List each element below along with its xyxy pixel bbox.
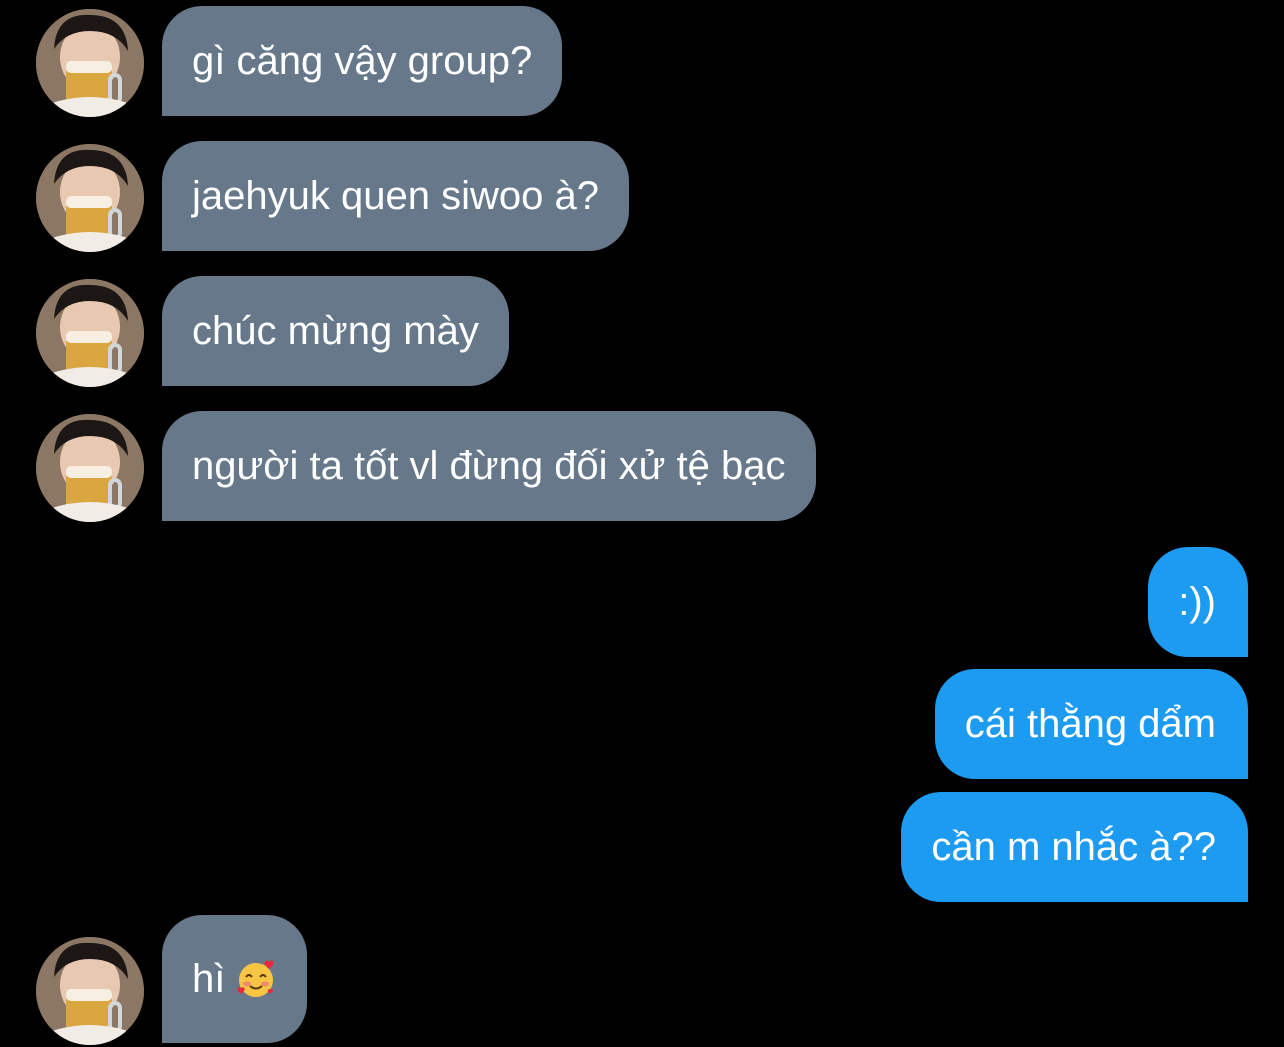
avatar-image [36,414,144,522]
outgoing-message-bubble[interactable]: cần m nhắc à?? [901,792,1248,902]
avatar-image [36,9,144,117]
message-text: :)) [1178,579,1216,624]
message-text: cần m nhắc à?? [931,824,1216,869]
outgoing-message-bubble[interactable]: cái thằng dẩm [934,669,1248,779]
incoming-message-bubble[interactable]: người ta tốt vl đừng đối xử tệ bạc [162,411,816,521]
incoming-message-bubble[interactable]: hì [162,915,308,1043]
outgoing-message-bubble[interactable]: :)) [1148,547,1248,657]
incoming-message-bubble[interactable]: jaehyuk quen siwoo à? [162,141,629,251]
user-avatar[interactable] [36,937,144,1045]
message-text: hì [192,956,226,1001]
message-text: gì căng vậy group? [192,38,533,83]
chat-thread: gì căng vậy group? jaehyuk quen siwoo à? [0,0,1284,1047]
incoming-message-bubble[interactable]: gì căng vậy group? [162,6,563,116]
avatar-image [36,144,144,252]
user-avatar[interactable] [36,414,144,522]
avatar-image [36,279,144,387]
avatar-image [36,937,144,1045]
incoming-message-bubble[interactable]: chúc mừng mày [162,276,509,386]
message-text: cái thằng dẩm [964,701,1216,746]
user-avatar[interactable] [36,144,144,252]
user-avatar[interactable] [36,9,144,117]
message-text: người ta tốt vl đừng đối xử tệ bạc [192,443,786,488]
message-text: chúc mừng mày [192,308,479,353]
smiling-face-with-hearts-icon [235,958,277,1000]
message-text: jaehyuk quen siwoo à? [192,173,599,218]
user-avatar[interactable] [36,279,144,387]
